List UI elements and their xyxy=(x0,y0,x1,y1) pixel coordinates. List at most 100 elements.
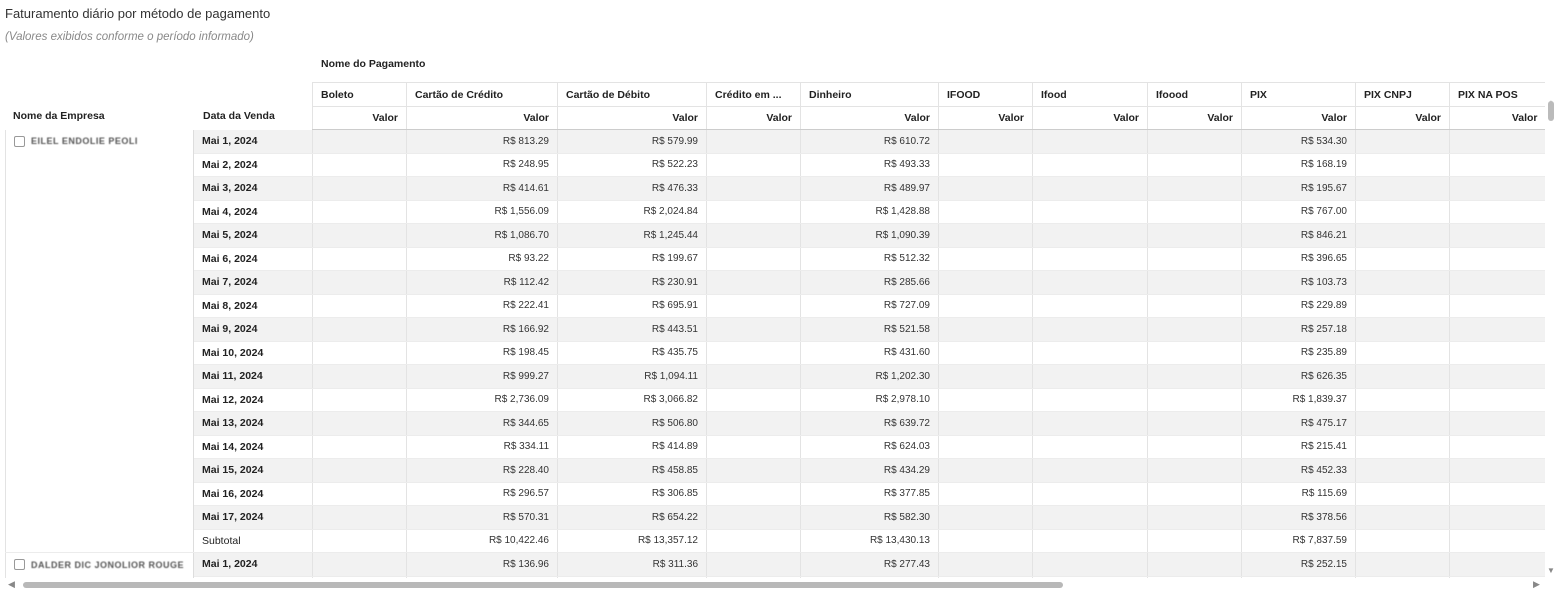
value-cell xyxy=(312,364,407,389)
value-cell: R$ 582.30 xyxy=(800,505,939,530)
payment-method-header[interactable]: PIX CNPJ xyxy=(1355,82,1450,107)
company-select-checkbox[interactable] xyxy=(14,559,25,570)
vertical-scroll-thumb[interactable] xyxy=(1548,101,1554,121)
value-cell: R$ 344.65 xyxy=(406,411,558,436)
value-cell xyxy=(1032,317,1148,342)
payment-method-header[interactable]: Ifoood xyxy=(1147,82,1242,107)
company-select-checkbox[interactable] xyxy=(14,135,25,147)
measure-header[interactable]: Valor xyxy=(706,106,801,130)
vertical-scrollbar[interactable]: ▲ ▼ xyxy=(1547,98,1555,578)
value-cell xyxy=(938,317,1033,342)
value-cell xyxy=(1147,505,1242,530)
value-cell xyxy=(1147,341,1242,365)
payment-method-header[interactable]: PIX NA POS xyxy=(1449,82,1545,107)
value-cell: R$ 230.91 xyxy=(557,270,707,295)
table-row: Mai 12, 2024 R$ 2,736.09 R$ 3,066.82 R$ 2,9… xyxy=(6,388,1545,412)
value-cell: R$ 103.73 xyxy=(1241,270,1356,295)
table-row: Mai 10, 2024 R$ 198.45 R$ 435.75 R$ 431.60 R… xyxy=(6,341,1545,365)
value-cell xyxy=(1449,411,1545,436)
value-cell xyxy=(938,364,1033,389)
value-cell: R$ 1,094.11 xyxy=(557,364,707,389)
value-cell: R$ 610.72 xyxy=(800,129,939,154)
table-row: DALDER DIC JONOLIOR ROUGE Mai 1, 2024 R$ 1… xyxy=(5,552,1545,578)
table-row: Mai 2, 2024 R$ 248.95 R$ 522.23 R$ 493.33 R$… xyxy=(6,153,1545,177)
value-cell: R$ 443.51 xyxy=(557,317,707,342)
measure-header[interactable]: Valor xyxy=(1147,106,1242,130)
measure-header[interactable]: Valor xyxy=(1449,106,1545,130)
value-cell: R$ 1,839.37 xyxy=(1241,388,1356,412)
value-cell xyxy=(1147,482,1242,506)
value-cell xyxy=(1355,458,1450,483)
measure-header[interactable]: Valor xyxy=(1032,106,1148,130)
sale-date-cell: Mai 7, 2024 xyxy=(193,270,313,295)
payment-method-header[interactable]: Cartão de Débito xyxy=(557,82,707,107)
value-cell xyxy=(312,294,407,318)
value-cell xyxy=(706,294,801,318)
sale-date-cell: Mai 6, 2024 xyxy=(193,247,313,271)
table-row: Mai 2, 2024 xyxy=(6,576,1545,578)
value-cell: R$ 522.23 xyxy=(557,153,707,177)
value-cell xyxy=(1032,364,1148,389)
sale-date-cell: Mai 2, 2024 xyxy=(193,153,313,177)
measure-header[interactable]: Valor xyxy=(557,106,707,130)
value-cell xyxy=(1355,576,1450,578)
value-cell: R$ 115.69 xyxy=(1241,482,1356,506)
measure-header[interactable]: Valor xyxy=(800,106,939,130)
report-subtitle: (Valores exibidos conforme o período inf… xyxy=(5,31,254,43)
value-cell xyxy=(312,482,407,506)
value-cell xyxy=(1147,458,1242,483)
value-cell xyxy=(1355,247,1450,271)
measure-header[interactable]: Valor xyxy=(1241,106,1356,130)
value-cell: R$ 767.00 xyxy=(1241,200,1356,224)
scroll-down-icon[interactable]: ▼ xyxy=(1547,566,1555,575)
value-cell: R$ 252.15 xyxy=(1241,552,1356,577)
value-cell xyxy=(1449,505,1545,530)
value-cell: R$ 414.89 xyxy=(557,435,707,459)
value-cell: R$ 248.95 xyxy=(406,153,558,177)
payment-method-header[interactable]: Cartão de Crédito xyxy=(406,82,558,107)
value-cell: R$ 1,086.70 xyxy=(406,223,558,248)
value-cell xyxy=(312,458,407,483)
measure-header[interactable]: Valor xyxy=(312,106,407,130)
value-cell: R$ 431.60 xyxy=(800,341,939,365)
value-cell xyxy=(312,317,407,342)
sale-date-cell: Mai 9, 2024 xyxy=(193,317,313,342)
value-cell: R$ 476.33 xyxy=(557,176,707,201)
measure-header[interactable]: Valor xyxy=(1355,106,1450,130)
value-cell xyxy=(938,482,1033,506)
value-cell: R$ 3,066.82 xyxy=(557,388,707,412)
table-row: Mai 5, 2024 R$ 1,086.70 R$ 1,245.44 R$ 1,09… xyxy=(6,223,1545,248)
value-cell xyxy=(938,576,1033,578)
payment-method-header[interactable]: Dinheiro xyxy=(800,82,939,107)
value-cell: R$ 489.97 xyxy=(800,176,939,201)
payment-method-header[interactable]: Boleto xyxy=(312,82,407,107)
value-cell: R$ 626.35 xyxy=(1241,364,1356,389)
value-cell xyxy=(1147,200,1242,224)
value-cell: R$ 93.22 xyxy=(406,247,558,271)
value-cell xyxy=(312,200,407,224)
value-cell xyxy=(1147,552,1242,577)
value-cell xyxy=(938,341,1033,365)
value-cell xyxy=(1449,129,1545,154)
scroll-right-icon[interactable]: ▶ xyxy=(1533,579,1540,590)
measure-header[interactable]: Valor xyxy=(938,106,1033,130)
value-cell xyxy=(1032,270,1148,295)
value-cell: R$ 624.03 xyxy=(800,435,939,459)
payment-method-header[interactable]: Crédito em ... xyxy=(706,82,801,107)
payment-method-header[interactable]: Ifood xyxy=(1032,82,1148,107)
value-cell xyxy=(706,435,801,459)
value-cell: R$ 334.11 xyxy=(406,435,558,459)
value-cell xyxy=(938,270,1033,295)
horizontal-scrollbar[interactable]: ◀ ▶ xyxy=(5,579,1550,590)
value-cell xyxy=(938,388,1033,412)
value-cell xyxy=(1032,223,1148,248)
measure-header[interactable]: Valor xyxy=(406,106,558,130)
sale-date-cell: Mai 17, 2024 xyxy=(193,505,313,530)
payment-method-header[interactable]: PIX xyxy=(1241,82,1356,107)
payment-method-header[interactable]: IFOOD xyxy=(938,82,1033,107)
company-cell: EILEL ENDOLIE PEOLI xyxy=(5,129,194,553)
horizontal-scroll-thumb[interactable] xyxy=(23,582,1063,588)
value-cell xyxy=(1032,435,1148,459)
scroll-left-icon[interactable]: ◀ xyxy=(8,579,15,590)
sale-date-cell: Mai 8, 2024 xyxy=(193,294,313,318)
